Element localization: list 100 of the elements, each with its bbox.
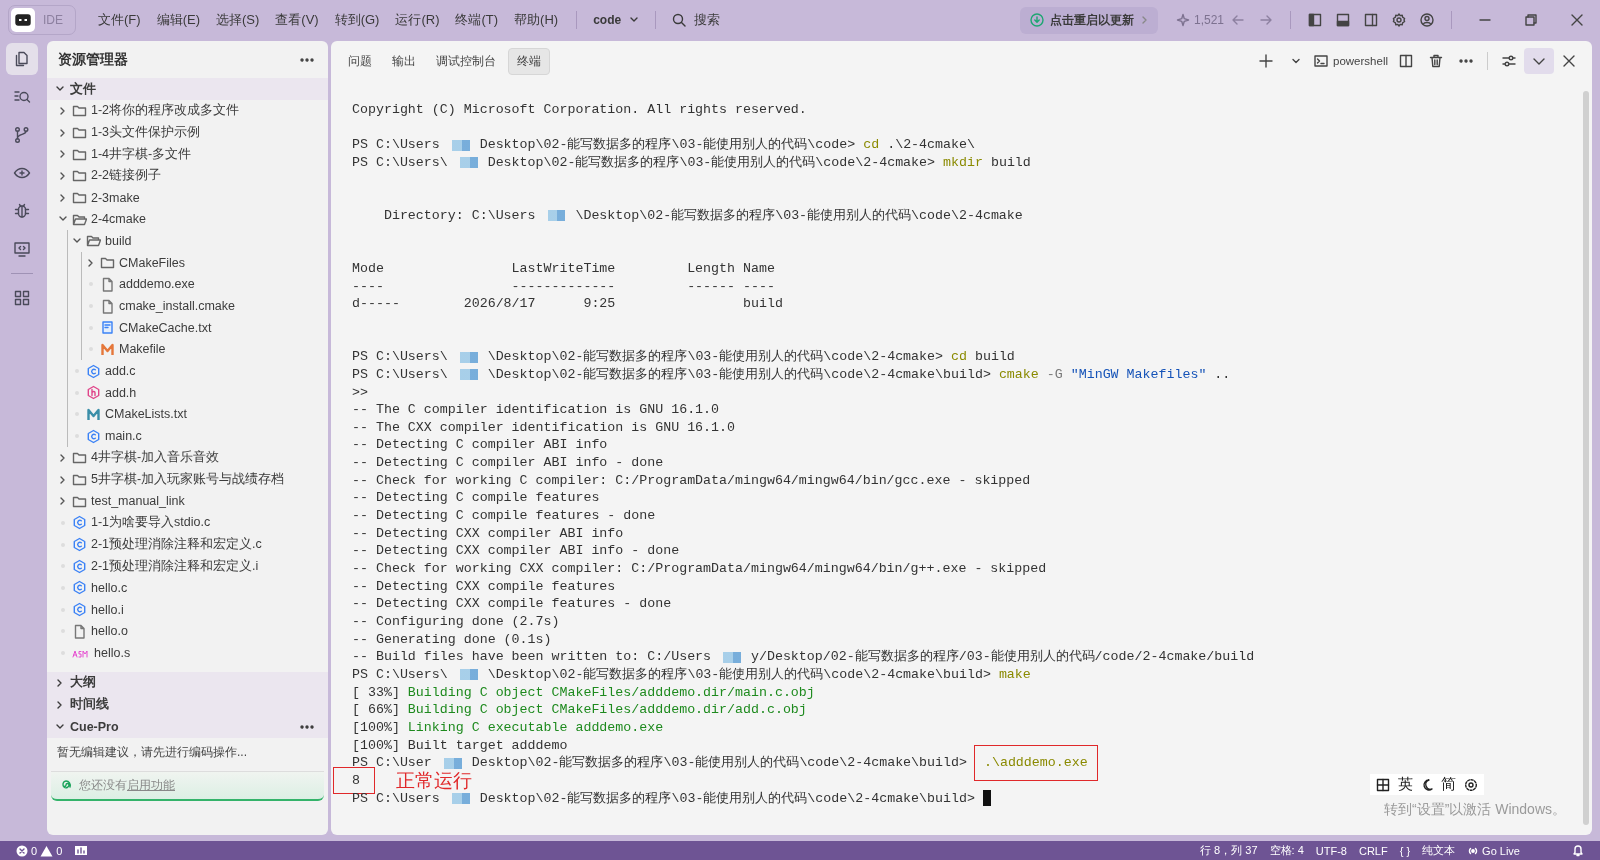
file-item[interactable]: hello.o <box>91 624 128 639</box>
folder-item[interactable]: 1-4井字棋-多文件 <box>91 145 192 163</box>
terminal-text: -- Check for working C compiler: C:/ProgramData/mingw64/mingw64/bin/gcc.exe - skipped <box>352 471 1031 490</box>
menu-item[interactable]: 终端(T) <box>447 8 507 32</box>
terminal-text: \Desktop\02-能写数据多的程序\03-能使用别人的代码\code\2-4cmake\build> <box>487 666 992 684</box>
menu-item[interactable]: 转到(G) <box>326 8 388 32</box>
terminal-profile-icon <box>1314 54 1328 68</box>
chart-icon <box>74 844 89 857</box>
file-item[interactable]: hello.i <box>91 602 124 617</box>
go-live-button[interactable]: Go Live <box>1461 844 1526 857</box>
file-item[interactable]: 1-1为啥要导入stdio.c <box>91 514 211 532</box>
restore-icon <box>1525 14 1537 26</box>
menu-item[interactable]: 运行(R) <box>387 8 448 32</box>
scrollbar[interactable] <box>1583 91 1589 825</box>
ime-toolbar[interactable]: 英 简 <box>1370 774 1484 795</box>
section-header[interactable]: 时间线 <box>47 693 328 716</box>
terminal-profile-button[interactable]: powershell <box>1311 48 1391 74</box>
workspace-dropdown[interactable]: code <box>587 10 646 30</box>
terminal-text: -- Detecting CXX compiler ABI info <box>352 524 624 543</box>
panel-tab[interactable]: 输出 <box>384 48 424 74</box>
c-file-icon <box>72 537 87 553</box>
file-item[interactable]: Makefile <box>119 342 166 357</box>
file-item[interactable]: add.h <box>105 385 137 400</box>
status-item[interactable]: 空格: 4 <box>1263 843 1310 858</box>
folder-item[interactable]: build <box>105 233 132 248</box>
file-item[interactable]: CMakeLists.txt <box>105 407 187 422</box>
status-item[interactable]: CRLF <box>1352 844 1394 857</box>
terminal-text: -- Detecting C compiler ABI info <box>352 436 608 455</box>
ime-option[interactable]: 简 <box>1441 775 1456 794</box>
folder-item[interactable]: 2-3make <box>91 190 140 205</box>
menu-item[interactable]: 选择(S) <box>207 8 268 32</box>
panel-tab[interactable]: 调试控制台 <box>428 48 504 74</box>
annotation-label: 正常运行 <box>396 772 472 790</box>
section-header[interactable]: 大纲 <box>47 671 328 694</box>
ide-logo-icon <box>15 14 31 26</box>
file-item[interactable]: CMakeCache.txt <box>119 320 212 335</box>
file-item[interactable]: add.c <box>105 364 136 379</box>
folder-icon <box>72 168 87 184</box>
activity-tab[interactable] <box>6 43 38 75</box>
error-icon <box>16 844 28 857</box>
menu-item[interactable]: 查看(V) <box>267 8 327 32</box>
panel-title: 资源管理器 <box>58 50 128 69</box>
search-field[interactable]: 搜索 <box>666 8 727 32</box>
menu-item[interactable]: 编辑(E) <box>148 8 208 32</box>
branch-icon <box>13 126 31 144</box>
sparkle-icon <box>1175 13 1190 27</box>
errors-indicator[interactable]: 0 0 <box>10 844 69 857</box>
update-button[interactable]: 点击重启以更新 <box>1019 6 1158 34</box>
file-item[interactable]: 2-1预处理消除注释和宏定义.i <box>91 557 259 575</box>
panel-tab[interactable]: 终端 <box>508 47 550 75</box>
folder-item[interactable]: 2-2链接例子 <box>91 167 162 185</box>
file-item[interactable]: cmake_install.cmake <box>119 299 235 314</box>
status-item[interactable]: { } <box>1393 844 1417 857</box>
c-file-icon <box>72 515 87 531</box>
terminal-text: -- Generating done (0.1s) <box>352 630 552 649</box>
terminal-text: build <box>989 153 1031 172</box>
c-file-icon <box>72 602 87 618</box>
folder-item[interactable]: 5井字棋-加入玩家账号与战绩存档 <box>91 471 285 489</box>
more-icon <box>300 57 314 62</box>
panel-toggle-icon <box>1336 13 1350 27</box>
folder-item[interactable]: 1-2将你的程序改成多文件 <box>91 102 240 120</box>
close-panel-icon <box>1563 55 1575 67</box>
terminal-text: Desktop\02-能写数据多的程序\03-能使用别人的代码\code\2-4cmake\build> <box>479 789 976 808</box>
folder-item[interactable]: CMakeFiles <box>119 255 185 270</box>
file-item[interactable]: hello.s <box>94 646 131 661</box>
status-item[interactable]: 纯文本 <box>1416 843 1462 858</box>
panel-tab[interactable]: 问题 <box>340 48 380 74</box>
file-item[interactable]: main.c <box>105 429 142 444</box>
file-item[interactable]: hello.c <box>91 580 128 595</box>
terminal-text: -- The CXX compiler identification is GNU 16.1.0 <box>352 418 735 437</box>
menu-item[interactable]: 帮助(H) <box>506 8 567 32</box>
folder-icon <box>72 125 87 141</box>
terminal-text: PS C:\Users\ <box>352 153 448 172</box>
terminal-text: PS C:\Users\ <box>352 348 448 366</box>
section-header[interactable]: 文件 <box>47 78 328 100</box>
new-terminal-icon <box>1259 54 1273 68</box>
terminal-text: ---- ------------- ------ ---- <box>352 277 775 296</box>
folder-item[interactable]: 2-4cmake <box>91 212 146 227</box>
status-item[interactable]: 行 8，列 37 <box>1194 843 1264 858</box>
more-button[interactable] <box>300 57 314 62</box>
terminal-text: build <box>973 348 1015 366</box>
terminal-command: make <box>998 666 1031 684</box>
file-item[interactable]: adddemo.exe <box>119 277 195 292</box>
warning-icon <box>40 844 54 857</box>
folder-item[interactable]: 4井字棋-加入音乐音效 <box>91 449 220 467</box>
section-header[interactable]: Cue-Pro <box>47 715 328 738</box>
c-file-icon <box>86 363 101 379</box>
folder-item[interactable]: test_manual_link <box>91 494 185 509</box>
status-item[interactable]: UTF-8 <box>1309 844 1353 857</box>
ime-option[interactable]: 英 <box>1398 775 1413 794</box>
terminal-text: -- Detecting C compiler ABI info - done <box>352 454 664 472</box>
c-file-icon <box>86 428 101 444</box>
folder-icon <box>72 103 87 119</box>
terminal-text: -- Check for working CXX compiler: C:/ProgramData/mingw64/mingw64/bin/g++.exe - skipped <box>352 560 1047 578</box>
folder-item[interactable]: 1-3头文件保护示例 <box>91 124 201 142</box>
terminal-text: -- Detecting CXX compile features - done <box>352 595 672 614</box>
c-file-icon <box>72 580 87 596</box>
menu-item[interactable]: 文件(F) <box>90 8 149 32</box>
file-item[interactable]: 2-1预处理消除注释和宏定义.c <box>91 536 262 554</box>
bell-icon <box>1572 844 1584 857</box>
